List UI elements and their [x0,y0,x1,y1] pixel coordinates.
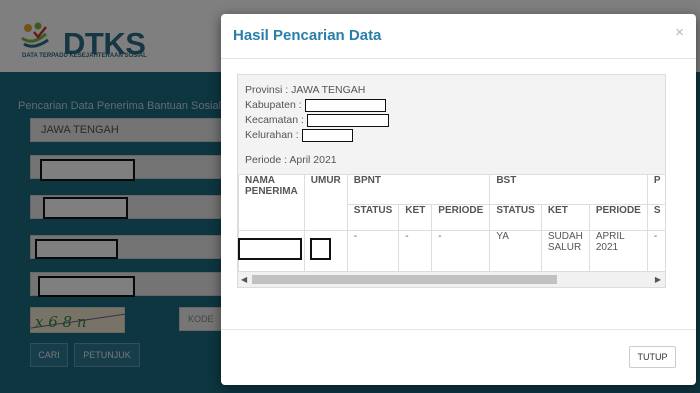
table-row: - - - YA SUDAH SALUR APRIL 2021 - [238,230,665,273]
location-info: Provinsi : JAWA TENGAH Kabupaten : Kecam… [245,83,389,143]
bpnt-status-header: STATUS [346,204,400,231]
nama-cell [238,230,305,273]
kabupaten-label: Kabupaten : [245,99,302,111]
result-table: NAMA PENERIMA UMUR BPNT BST P STATUS KET… [238,174,665,273]
bst-ket-header: KET [540,204,590,231]
group-p: P [646,174,665,205]
bst-periode-cell: APRIL 2021 [588,230,648,273]
result-panel: Provinsi : JAWA TENGAH Kabupaten : Kecam… [237,74,666,288]
redaction-box [301,128,353,142]
redaction-box [309,238,331,260]
p-s-header: S [646,204,665,231]
kecamatan-label: Kecamatan : [245,114,304,126]
umur-cell [303,230,348,273]
bst-status-cell: YA [489,230,542,273]
group-bst: BST [489,174,648,205]
search-result-modal: Hasil Pencarian Data × Provinsi : JAWA T… [221,14,696,385]
bpnt-periode-cell: - [431,230,491,273]
bst-ket-cell: SUDAH SALUR [540,230,590,273]
group-bpnt: BPNT [346,174,491,205]
p-s-cell: - [646,230,665,273]
col-nama-penerima: NAMA PENERIMA [238,174,305,231]
scroll-right-arrow-icon[interactable]: ▶ [655,275,661,284]
redaction-box [304,98,386,112]
bst-periode-header: PERIODE [588,204,648,231]
kelurahan-label: Kelurahan : [245,129,299,141]
redaction-box [306,113,389,127]
bpnt-ket-header: KET [398,204,433,231]
bst-status-header: STATUS [489,204,542,231]
scroll-thumb[interactable] [252,275,557,284]
horizontal-scrollbar[interactable]: ◀ ▶ [238,271,665,287]
modal-title: Hasil Pencarian Data [233,27,382,44]
bpnt-ket-cell: - [398,230,433,273]
scroll-left-arrow-icon[interactable]: ◀ [241,275,247,284]
provinsi-info: Provinsi : JAWA TENGAH [245,84,366,96]
modal-header: Hasil Pencarian Data × [221,14,696,59]
tutup-button[interactable]: TUTUP [629,346,676,368]
periode-info: Periode : April 2021 [245,154,337,166]
modal-footer: TUTUP [221,329,696,386]
bpnt-periode-header: PERIODE [431,204,491,231]
col-umur: UMUR [303,174,348,231]
redaction-box [238,238,302,260]
close-icon[interactable]: × [675,24,684,41]
bpnt-status-cell: - [346,230,400,273]
